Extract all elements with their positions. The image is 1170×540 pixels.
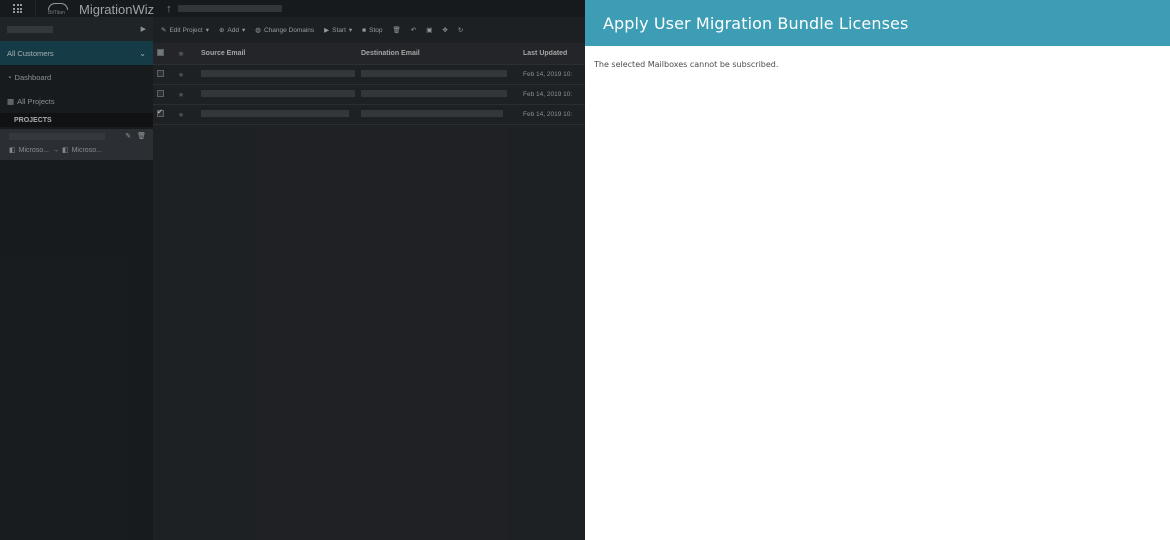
panel-message: The selected Mailboxes cannot be subscri…: [594, 60, 779, 69]
panel-body: The selected Mailboxes cannot be subscri…: [585, 46, 1170, 83]
panel-title: Apply User Migration Bundle Licenses: [603, 13, 909, 33]
modal-backdrop[interactable]: [0, 0, 585, 540]
panel-header: Apply User Migration Bundle Licenses: [585, 0, 1170, 46]
license-panel: Apply User Migration Bundle Licenses The…: [585, 0, 1170, 540]
